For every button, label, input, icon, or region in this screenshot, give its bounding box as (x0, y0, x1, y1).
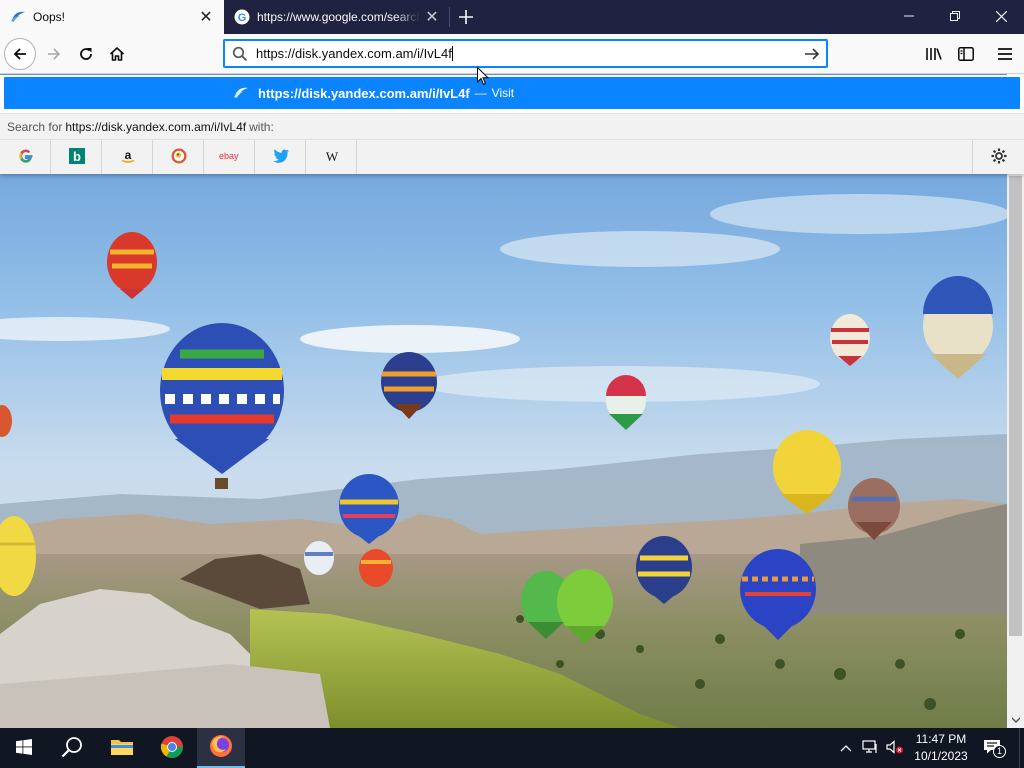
ebay-engine-button[interactable]: ebay (205, 140, 255, 174)
tab-title: https://www.google.com/search (257, 10, 420, 24)
google-engine-button[interactable] (1, 140, 51, 174)
search-suffix: with: (249, 119, 274, 134)
search-icon (224, 40, 256, 68)
chevron-up-icon (840, 741, 852, 755)
amazon-engine-button[interactable]: a (103, 140, 153, 174)
search-icon (61, 736, 83, 761)
close-window-button[interactable] (978, 0, 1024, 32)
gear-icon (991, 148, 1007, 167)
network-tray-button[interactable] (860, 728, 882, 768)
taskbar-clock[interactable]: 11:47 PM 10/1/2023 (910, 731, 972, 765)
network-icon (862, 739, 880, 757)
svg-text:b: b (73, 149, 81, 164)
action-center-button[interactable]: 1 (978, 728, 1010, 768)
firefox-taskbar-button[interactable] (197, 728, 245, 768)
firefox-error-icon (10, 9, 26, 25)
notification-icon: 1 (983, 739, 1006, 758)
search-settings-button[interactable] (972, 140, 1024, 174)
clock-date: 10/1/2023 (914, 749, 968, 763)
bing-engine-button[interactable]: b (52, 140, 102, 174)
google-icon: G (234, 9, 250, 25)
forward-button[interactable] (38, 38, 70, 70)
duckduckgo-icon (171, 148, 187, 167)
reload-button[interactable] (70, 38, 102, 70)
show-desktop-button[interactable] (1019, 728, 1024, 768)
menu-button[interactable] (989, 38, 1021, 70)
address-input[interactable]: https://disk.yandex.com.am/i/IvL4f (256, 46, 797, 61)
close-tab-icon[interactable]: ✕ (194, 5, 218, 29)
folder-icon (110, 737, 134, 760)
back-button[interactable] (4, 38, 36, 70)
volume-tray-button[interactable] (884, 728, 906, 768)
text-caret (451, 46, 453, 61)
file-explorer-taskbar-button[interactable] (98, 728, 146, 768)
navigation-toolbar: https://disk.yandex.com.am/i/IvL4f (0, 34, 1024, 74)
sidebar-toggle-button[interactable] (950, 38, 982, 70)
google-icon (18, 148, 34, 167)
show-hidden-icons-button[interactable] (836, 728, 856, 768)
svg-text:ebay: ebay (219, 151, 239, 161)
svg-text:a: a (124, 148, 131, 162)
restore-button[interactable] (932, 0, 978, 32)
tab-strip: Oops! ✕ G https://www.google.com/search … (0, 0, 1024, 34)
home-button[interactable] (101, 38, 133, 70)
suggestion-action: Visit (491, 86, 515, 100)
scrollbar-thumb[interactable] (1009, 176, 1022, 636)
duckduckgo-engine-button[interactable] (154, 140, 204, 174)
wikipedia-icon: W (324, 149, 340, 166)
visit-suggestion-row[interactable]: https://disk.yandex.com.am/i/IvL4f — Vis… (4, 77, 1020, 109)
volume-muted-icon (886, 739, 904, 757)
close-tab-icon[interactable]: ✕ (420, 5, 444, 29)
twitter-engine-button[interactable] (256, 140, 306, 174)
scroll-down-arrow-icon[interactable] (1007, 712, 1024, 728)
clock-time: 11:47 PM (915, 732, 967, 746)
tab-google-search[interactable]: G https://www.google.com/search ✕ (224, 0, 450, 34)
notification-count-badge: 1 (993, 745, 1006, 758)
go-arrow-button[interactable] (797, 40, 827, 68)
firefox-error-icon (233, 85, 249, 101)
new-tab-button[interactable] (452, 3, 480, 31)
search-term: https://disk.yandex.com.am/i/IvL4f (65, 119, 247, 134)
tab-title: Oops! (33, 10, 66, 24)
start-button[interactable] (0, 728, 48, 768)
tab-oops[interactable]: Oops! ✕ (0, 0, 224, 34)
tab-divider (449, 7, 450, 27)
mouse-cursor-icon (477, 66, 490, 89)
svg-text:G: G (238, 12, 247, 24)
windows-taskbar: 11:47 PM 10/1/2023 1 (0, 728, 1024, 768)
library-button[interactable] (918, 38, 950, 70)
svg-text:W: W (325, 149, 338, 163)
wikipedia-engine-button[interactable]: W (307, 140, 357, 174)
one-off-search-engines: b a ebay W (0, 139, 1024, 174)
firefox-icon (209, 734, 233, 761)
chrome-taskbar-button[interactable] (148, 728, 196, 768)
chrome-icon (160, 735, 184, 762)
bing-icon: b (68, 147, 85, 167)
address-bar[interactable]: https://disk.yandex.com.am/i/IvL4f (223, 39, 828, 68)
suggestion-url: https://disk.yandex.com.am/i/IvL4f (258, 85, 470, 101)
ebay-icon: ebay (219, 150, 241, 165)
search-with-label: Search for https://disk.yandex.com.am/i/… (0, 113, 1024, 139)
search-taskbar-button[interactable] (48, 728, 96, 768)
windows-logo-icon (16, 738, 32, 758)
amazon-icon: a (120, 148, 136, 167)
twitter-icon (272, 148, 289, 166)
address-bar-dropdown: https://disk.yandex.com.am/i/IvL4f — Vis… (0, 75, 1024, 174)
minimize-button[interactable] (886, 0, 932, 32)
search-prefix: Search for (7, 119, 63, 134)
